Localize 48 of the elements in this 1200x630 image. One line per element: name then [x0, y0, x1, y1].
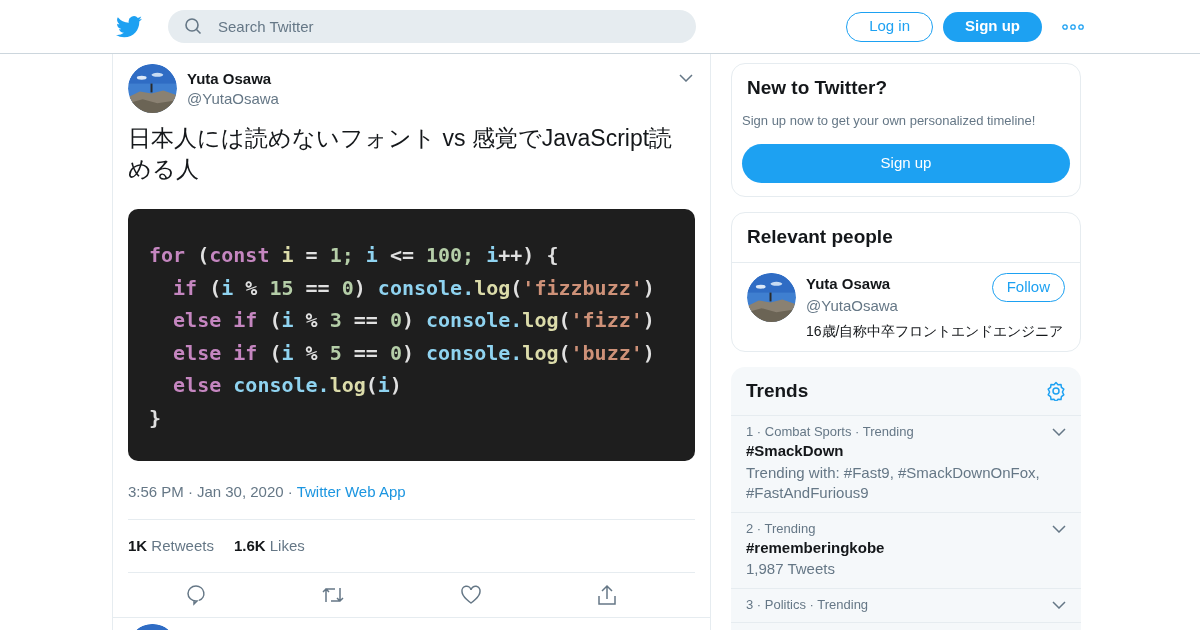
search-field[interactable]: Search Twitter	[168, 10, 696, 43]
search-icon	[184, 17, 202, 35]
code-line: else console.log(i)	[172, 372, 403, 399]
trend-name: #rememberingkobe	[746, 537, 886, 558]
signup-button[interactable]: Sign up	[943, 11, 1042, 42]
card-title: New to Twitter?	[746, 76, 889, 100]
trend-meta: 1 · Combat Sports · Trending	[746, 424, 914, 440]
user-bio: 16歳/自称中卒フロントエンドエンジニア	[806, 321, 1065, 341]
chevron-down-icon[interactable]	[1052, 524, 1066, 533]
chevron-down-icon[interactable]	[679, 74, 693, 82]
trend-meta: 3 · Politics · Trending	[746, 597, 869, 613]
stat-link[interactable]: 1K Retweets	[128, 534, 214, 557]
heart-icon[interactable]	[459, 585, 482, 605]
tweet-text: 日本人には読めないフォント vs 感覚でJavaScript読める人	[128, 124, 674, 184]
trend-detail: 1,987 Tweets	[746, 559, 836, 579]
signup-button[interactable]: Sign up	[742, 144, 1070, 183]
trend-detail: Trending with: #Fast9, #SmackDownOnFox, #FastAndFurious9	[746, 462, 1041, 503]
code-line: else if (i % 5 == 0) console.log('buzz')	[172, 339, 656, 367]
trend-item[interactable]: 1 · Combat Sports · Trending #SmackDown Trending with: #Fast9, #SmackDownOnFox, #FastAndFurious9	[731, 416, 1081, 513]
tweet-date[interactable]: Jan 30, 2020	[196, 481, 284, 504]
settings-icon[interactable]	[1046, 380, 1066, 401]
card-title: Trends	[746, 378, 809, 403]
user-handle[interactable]: @YutaOsawa	[187, 89, 669, 109]
stat-link[interactable]: 1.6K Likes	[233, 534, 305, 557]
reply-icon[interactable]	[185, 584, 208, 606]
code-line: }	[149, 404, 163, 432]
chevron-down-icon[interactable]	[1052, 428, 1066, 436]
user-name[interactable]: Yuta Osawa	[187, 69, 669, 89]
chevron-down-icon[interactable]	[1052, 601, 1066, 609]
card-title: Relevant people	[732, 213, 1080, 263]
trend-meta: 2 · Trending	[746, 520, 816, 537]
bird-logo-icon[interactable]	[116, 15, 142, 38]
card-text: Sign up now to get your own personalized timeline!	[742, 111, 1037, 130]
more-icon[interactable]	[1062, 23, 1084, 30]
trend-name: #SmackDown	[746, 441, 845, 461]
trend-item[interactable]: 3 · Politics · Trending	[731, 589, 1081, 623]
code-line: else if (i % 3 == 0) console.log('fizz')	[172, 307, 656, 334]
user-handle[interactable]: @YutaOsawa	[806, 295, 898, 318]
separator-dot: ·	[187, 482, 193, 502]
separator-dot: ·	[287, 482, 293, 502]
retweet-icon[interactable]	[321, 585, 346, 605]
user-name[interactable]: Yuta Osawa	[806, 272, 898, 295]
trend-item[interactable]: 2 · Trending #rememberingkobe 1,987 Tweets	[731, 512, 1081, 589]
code-line: if (i % 15 == 0) console.log('fizzbuzz')	[172, 274, 656, 302]
tweet-time[interactable]: 3:56 PM	[128, 481, 184, 504]
share-icon[interactable]	[595, 584, 618, 606]
code-line: for (const i = 1; i <= 100; i++) {	[149, 242, 560, 269]
source-link[interactable]: Twitter Web App	[296, 481, 406, 504]
